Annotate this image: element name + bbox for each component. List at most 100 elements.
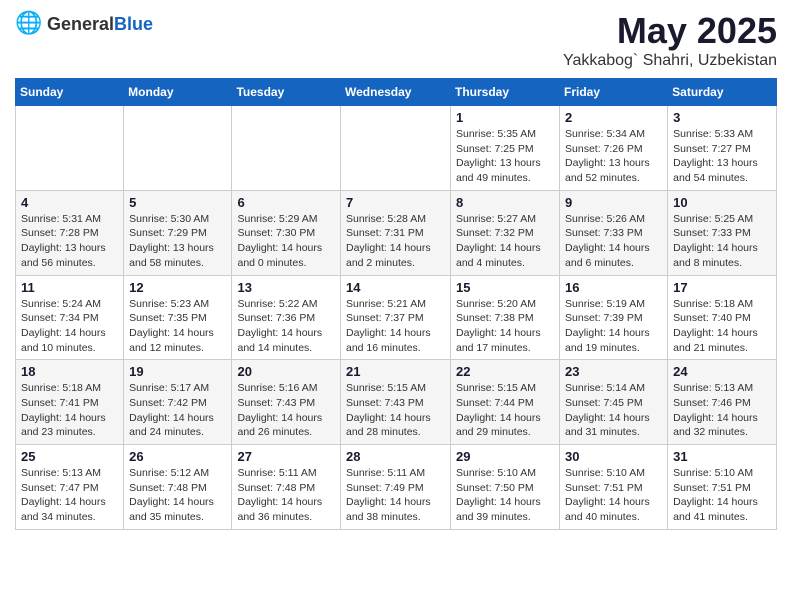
month-title: May 2025 [563,10,777,52]
day-number: 26 [129,449,226,464]
calendar-week-row: 4Sunrise: 5:31 AMSunset: 7:28 PMDaylight… [16,190,777,275]
calendar-week-row: 11Sunrise: 5:24 AMSunset: 7:34 PMDayligh… [16,275,777,360]
calendar-cell [341,106,451,191]
weekday-header: Sunday [16,79,124,106]
weekday-header: Tuesday [232,79,341,106]
day-number: 28 [346,449,445,464]
calendar-cell: 1Sunrise: 5:35 AMSunset: 7:25 PMDaylight… [451,106,560,191]
day-number: 9 [565,195,662,210]
calendar-cell: 21 Sunrise: 5:15 AMSunset: 7:43 PMDayligh… [341,360,451,445]
logo-icon: 🌐 [15,10,43,38]
location-title: Yakkabog` Shahri, Uzbekistan [563,52,777,70]
day-info: Sunrise: 5:33 AMSunset: 7:27 PMDaylight:… [673,127,771,186]
calendar-cell: 31 Sunrise: 5:10 AMSunset: 7:51 PMDayligh… [668,445,777,530]
title-area: May 2025 Yakkabog` Shahri, Uzbekistan [563,10,777,70]
calendar-cell: 12Sunrise: 5:23 AMSunset: 7:35 PMDayligh… [124,275,232,360]
calendar-cell: 23 Sunrise: 5:14 AMSunset: 7:45 PMDayligh… [560,360,668,445]
day-info: Sunrise: 5:10 AMSunset: 7:50 PMDaylight:… [456,466,554,525]
weekday-header: Thursday [451,79,560,106]
day-number: 21 [346,364,445,379]
calendar-cell: 8 Sunrise: 5:27 AMSunset: 7:32 PMDaylight… [451,190,560,275]
day-info: Sunrise: 5:15 AMSunset: 7:43 PMDaylight:… [346,381,445,440]
logo: 🌐 GeneralBlue [15,10,153,38]
calendar-cell: 2Sunrise: 5:34 AMSunset: 7:26 PMDaylight… [560,106,668,191]
day-number: 4 [21,195,118,210]
day-number: 5 [129,195,226,210]
calendar-cell: 22 Sunrise: 5:15 AMSunset: 7:44 PMDayligh… [451,360,560,445]
day-number: 27 [237,449,335,464]
calendar-cell: 11Sunrise: 5:24 AMSunset: 7:34 PMDayligh… [16,275,124,360]
calendar-week-row: 18Sunrise: 5:18 AMSunset: 7:41 PMDayligh… [16,360,777,445]
calendar-cell: 29 Sunrise: 5:10 AMSunset: 7:50 PMDayligh… [451,445,560,530]
day-number: 24 [673,364,771,379]
calendar-cell: 16 Sunrise: 5:19 AMSunset: 7:39 PMDayligh… [560,275,668,360]
day-number: 16 [565,280,662,295]
calendar-cell: 13 Sunrise: 5:22 AMSunset: 7:36 PMDayligh… [232,275,341,360]
day-info: Sunrise: 5:29 AMSunset: 7:30 PMDaylight:… [237,212,335,271]
calendar-cell: 27 Sunrise: 5:11 AMSunset: 7:48 PMDayligh… [232,445,341,530]
day-info: Sunrise: 5:11 AMSunset: 7:49 PMDaylight:… [346,466,445,525]
day-info: Sunrise: 5:16 AMSunset: 7:43 PMDaylight:… [237,381,335,440]
calendar-cell: 30Sunrise: 5:10 AMSunset: 7:51 PMDayligh… [560,445,668,530]
calendar-cell: 4Sunrise: 5:31 AMSunset: 7:28 PMDaylight… [16,190,124,275]
weekday-header: Monday [124,79,232,106]
calendar-week-row: 25Sunrise: 5:13 AMSunset: 7:47 PMDayligh… [16,445,777,530]
calendar-header-row: SundayMondayTuesdayWednesdayThursdayFrid… [16,79,777,106]
day-info: Sunrise: 5:11 AMSunset: 7:48 PMDaylight:… [237,466,335,525]
calendar-cell: 3 Sunrise: 5:33 AMSunset: 7:27 PMDaylight… [668,106,777,191]
day-number: 12 [129,280,226,295]
calendar-cell: 19 Sunrise: 5:17 AMSunset: 7:42 PMDayligh… [124,360,232,445]
day-info: Sunrise: 5:13 AMSunset: 7:46 PMDaylight:… [673,381,771,440]
day-info: Sunrise: 5:18 AMSunset: 7:41 PMDaylight:… [21,381,118,440]
calendar-cell: 20 Sunrise: 5:16 AMSunset: 7:43 PMDayligh… [232,360,341,445]
calendar-cell: 25Sunrise: 5:13 AMSunset: 7:47 PMDayligh… [16,445,124,530]
calendar-week-row: 1Sunrise: 5:35 AMSunset: 7:25 PMDaylight… [16,106,777,191]
day-info: Sunrise: 5:22 AMSunset: 7:36 PMDaylight:… [237,297,335,356]
day-info: Sunrise: 5:10 AMSunset: 7:51 PMDaylight:… [565,466,662,525]
day-info: Sunrise: 5:14 AMSunset: 7:45 PMDaylight:… [565,381,662,440]
day-info: Sunrise: 5:10 AMSunset: 7:51 PMDaylight:… [673,466,771,525]
calendar-cell [124,106,232,191]
day-number: 3 [673,110,771,125]
day-info: Sunrise: 5:25 AMSunset: 7:33 PMDaylight:… [673,212,771,271]
calendar-cell: 5Sunrise: 5:30 AMSunset: 7:29 PMDaylight… [124,190,232,275]
calendar-cell: 28 Sunrise: 5:11 AMSunset: 7:49 PMDayligh… [341,445,451,530]
header: 🌐 GeneralBlue May 2025 Yakkabog` Shahri,… [15,10,777,70]
day-number: 11 [21,280,118,295]
day-number: 6 [237,195,335,210]
calendar-cell [232,106,341,191]
day-info: Sunrise: 5:15 AMSunset: 7:44 PMDaylight:… [456,381,554,440]
day-number: 8 [456,195,554,210]
weekday-header: Wednesday [341,79,451,106]
calendar-cell: 6 Sunrise: 5:29 AMSunset: 7:30 PMDaylight… [232,190,341,275]
weekday-header: Friday [560,79,668,106]
calendar-cell [16,106,124,191]
day-number: 25 [21,449,118,464]
day-number: 14 [346,280,445,295]
day-number: 29 [456,449,554,464]
day-info: Sunrise: 5:19 AMSunset: 7:39 PMDaylight:… [565,297,662,356]
day-number: 7 [346,195,445,210]
day-number: 20 [237,364,335,379]
svg-text:🌐: 🌐 [15,10,42,35]
day-info: Sunrise: 5:12 AMSunset: 7:48 PMDaylight:… [129,466,226,525]
day-number: 23 [565,364,662,379]
day-info: Sunrise: 5:18 AMSunset: 7:40 PMDaylight:… [673,297,771,356]
day-number: 13 [237,280,335,295]
calendar-cell: 17 Sunrise: 5:18 AMSunset: 7:40 PMDayligh… [668,275,777,360]
logo-blue: Blue [114,14,153,34]
day-info: Sunrise: 5:35 AMSunset: 7:25 PMDaylight:… [456,127,554,186]
day-number: 17 [673,280,771,295]
logo-general: General [47,14,114,34]
day-info: Sunrise: 5:17 AMSunset: 7:42 PMDaylight:… [129,381,226,440]
day-number: 22 [456,364,554,379]
day-info: Sunrise: 5:20 AMSunset: 7:38 PMDaylight:… [456,297,554,356]
day-number: 31 [673,449,771,464]
day-info: Sunrise: 5:26 AMSunset: 7:33 PMDaylight:… [565,212,662,271]
calendar-cell: 14 Sunrise: 5:21 AMSunset: 7:37 PMDayligh… [341,275,451,360]
weekday-header: Saturday [668,79,777,106]
day-info: Sunrise: 5:27 AMSunset: 7:32 PMDaylight:… [456,212,554,271]
day-number: 19 [129,364,226,379]
calendar-cell: 24 Sunrise: 5:13 AMSunset: 7:46 PMDayligh… [668,360,777,445]
day-info: Sunrise: 5:21 AMSunset: 7:37 PMDaylight:… [346,297,445,356]
